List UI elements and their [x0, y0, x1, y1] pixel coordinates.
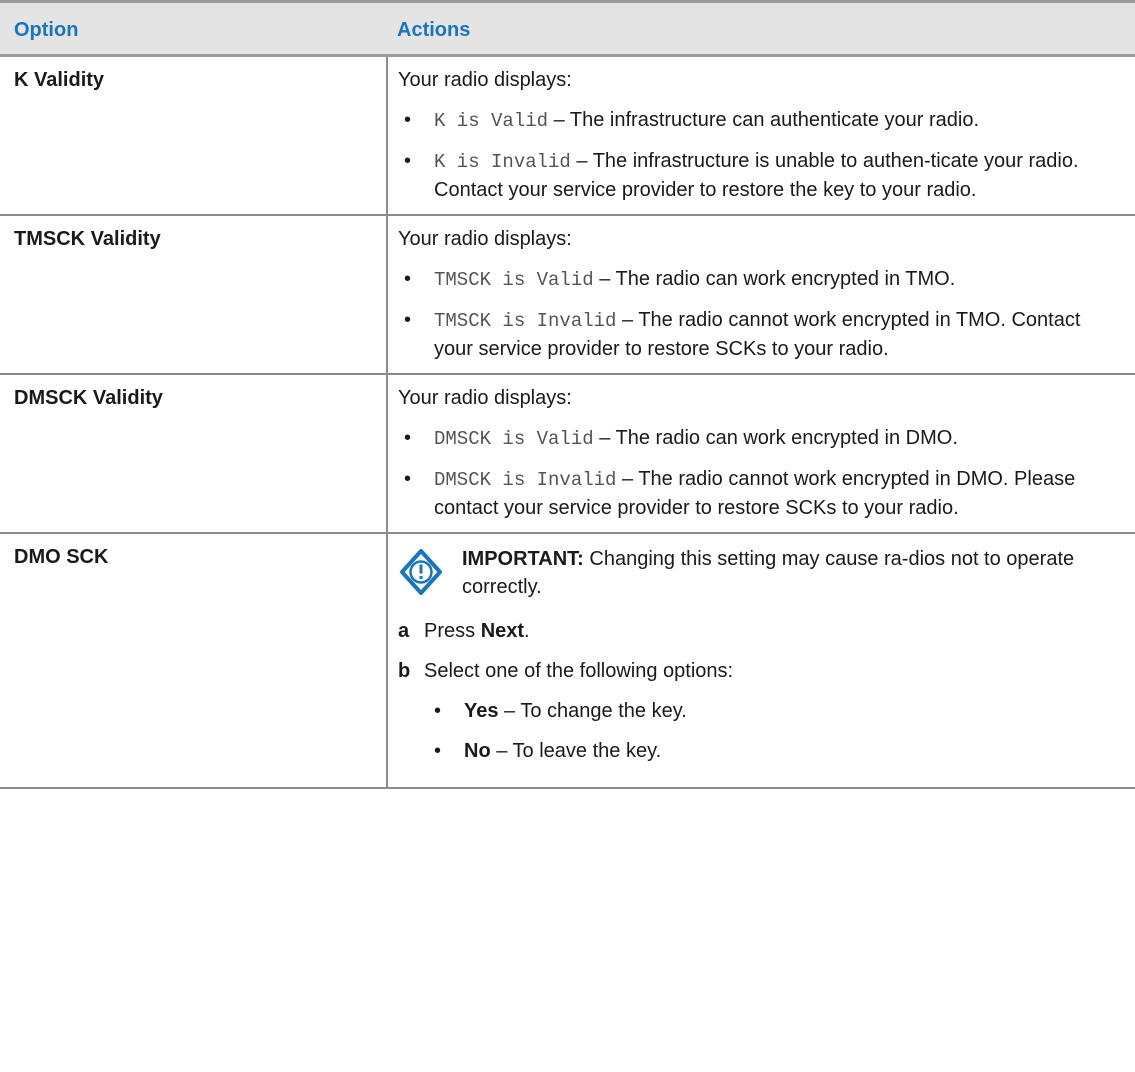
display-list: • TMSCK is Valid – The radio can work enc… [398, 265, 1119, 363]
list-item: • K is Valid – The infrastructure can aut… [398, 106, 1119, 135]
display-code: K is Valid [434, 110, 549, 132]
actions-cell: Your radio displays: • DMSCK is Valid – T… [387, 374, 1135, 534]
actions-cell: Your radio displays: • K is Valid – The i… [387, 55, 1135, 216]
item-text: – The radio can work encrypted in DMO. [593, 427, 958, 449]
display-code: TMSCK is Invalid [434, 310, 617, 332]
option-cell: K Validity [0, 55, 388, 216]
option-keyword: No [464, 740, 491, 762]
bullet: • [404, 150, 412, 172]
important-label: IMPORTANT: [462, 548, 584, 570]
step-text: Press [424, 620, 481, 642]
bullet: • [404, 427, 412, 449]
step-keyword: Next [480, 620, 525, 642]
step-letter: a [398, 620, 410, 642]
option-cell: DMSCK Validity [0, 374, 388, 534]
step-letter: b [398, 660, 411, 682]
option-text: – To leave the key. [490, 740, 662, 762]
list-item: • DMSCK is Invalid – The radio cannot wor… [398, 465, 1119, 522]
step-item: b Select one of the following options: •… [398, 657, 1119, 765]
step-text: Select one of the following options: [424, 660, 734, 682]
steps-list: a Press Next. b Select one of the follow… [398, 617, 1119, 765]
actions-column-header: Actions [387, 0, 1135, 57]
display-list: • K is Valid – The infrastructure can aut… [398, 106, 1119, 204]
display-code: DMSCK is Invalid [434, 469, 617, 491]
bullet: • [404, 468, 412, 490]
option-list: • Yes – To change the key. • No – To leave… [424, 697, 1119, 765]
actions-cell: IMPORTANT: Changing this setting may cau… [387, 533, 1135, 789]
bullet: • [404, 309, 412, 331]
bullet: • [434, 740, 442, 762]
bullet: • [434, 700, 442, 722]
option-item: • Yes – To change the key. [424, 697, 1119, 725]
intro-text: Your radio displays: [398, 69, 572, 91]
option-cell: TMSCK Validity [0, 215, 388, 375]
display-list: • DMSCK is Valid – The radio can work enc… [398, 424, 1119, 522]
intro-text: Your radio displays: [398, 387, 572, 409]
options-table: Option Actions K Validity Your radio dis… [0, 0, 1135, 789]
list-item: • K is Invalid – The infrastructure is un… [398, 147, 1119, 204]
table-row: DMSCK Validity Your radio displays: • DMS… [0, 374, 1135, 534]
table-row: K Validity Your radio displays: • K is Va… [0, 55, 1135, 216]
option-text: – To change the key. [498, 700, 687, 722]
intro-text: Your radio displays: [398, 228, 572, 250]
display-code: DMSCK is Valid [434, 428, 594, 450]
table-row: DMO SCK IMPORTANT: Changing this setting… [0, 533, 1135, 789]
option-item: • No – To leave the key. [424, 737, 1119, 765]
step-item: a Press Next. [398, 617, 1119, 645]
bullet: • [404, 109, 412, 131]
display-code: TMSCK is Valid [434, 269, 594, 291]
list-item: • TMSCK is Invalid – The radio cannot wor… [398, 306, 1119, 363]
option-cell: DMO SCK [0, 533, 388, 789]
list-item: • DMSCK is Valid – The radio can work enc… [398, 424, 1119, 453]
actions-cell: Your radio displays: • TMSCK is Valid – T… [387, 215, 1135, 375]
item-text: – The radio can work encrypted in TMO. [593, 268, 956, 290]
important-note: IMPORTANT: Changing this setting may cau… [398, 545, 1119, 601]
option-column-header: Option [0, 0, 387, 57]
list-item: • TMSCK is Valid – The radio can work enc… [398, 265, 1119, 294]
step-text-end: . [524, 620, 530, 642]
table-header-row: Option Actions [0, 0, 1135, 57]
item-text: – The infrastructure can authenticate yo… [548, 109, 980, 131]
bullet: • [404, 268, 412, 290]
table-row: TMSCK Validity Your radio displays: • TMS… [0, 215, 1135, 375]
important-icon [400, 549, 442, 595]
option-keyword: Yes [464, 700, 499, 722]
display-code: K is Invalid [434, 151, 571, 173]
